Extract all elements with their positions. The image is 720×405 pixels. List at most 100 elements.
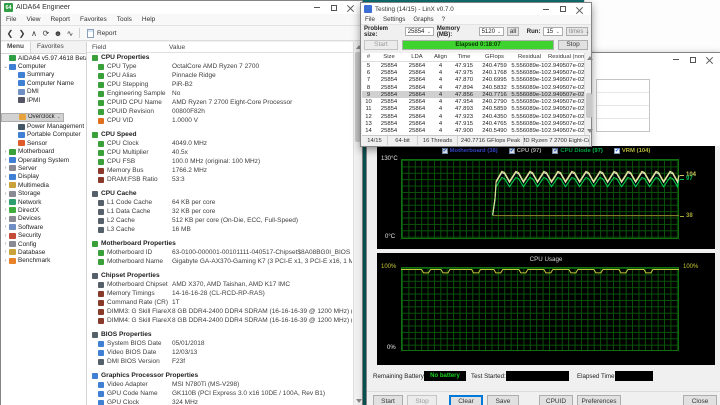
column-header[interactable]: Align: [431, 54, 450, 60]
field-row[interactable]: L2 Cache 512 KB per core (On-Die, ECC, Fu…: [87, 216, 352, 225]
field-row[interactable]: CPU Clock 4049.0 MHz: [87, 139, 352, 148]
tree-item[interactable]: Power Management: [1, 122, 86, 130]
field-row[interactable]: Memory Timings 14-16-16-28 (CL-RCD-RP-RAS…: [87, 289, 352, 298]
expand-icon[interactable]: [2, 241, 9, 247]
tree-item[interactable]: DMI: [1, 88, 86, 96]
back-icon[interactable]: ❮: [4, 29, 16, 38]
field-row[interactable]: Video BIOS Date 12/03/13: [87, 348, 352, 357]
menu-item-file[interactable]: File: [361, 15, 379, 24]
close-icon[interactable]: [342, 2, 359, 13]
aida64-titlebar[interactable]: 64 AIDA64 Engineer: [1, 1, 362, 14]
tree-item[interactable]: Portable Computer: [1, 131, 86, 139]
tree-item[interactable]: Motherboard: [1, 148, 86, 156]
field-row[interactable]: Video Adapter MSI N780Ti (MS-V298): [87, 380, 352, 389]
chart-icon[interactable]: ∿: [64, 29, 76, 38]
tree-item[interactable]: Storage: [1, 189, 86, 197]
memory-select[interactable]: 5120: [478, 27, 505, 36]
tree-item[interactable]: Operating System: [1, 156, 86, 164]
expand-icon[interactable]: [2, 157, 9, 163]
expand-icon[interactable]: [2, 249, 9, 255]
collapse-icon[interactable]: [2, 64, 9, 70]
preferences-button[interactable]: Preferences: [577, 395, 621, 405]
user-icon[interactable]: ☻: [52, 29, 64, 38]
column-header[interactable]: Size: [375, 54, 403, 60]
menu-item-tools[interactable]: Tools: [112, 14, 137, 25]
field-row[interactable]: Motherboard ID 63-0100-000001-00101111-04…: [87, 248, 352, 257]
tree-item[interactable]: Sensor: [1, 139, 86, 147]
minimize-icon[interactable]: [537, 4, 554, 15]
tree-item[interactable]: Software: [1, 223, 86, 231]
maximize-icon[interactable]: [325, 2, 342, 13]
tree-item[interactable]: AIDA64 v5.97.4618 Beta: [1, 54, 86, 62]
tree-item[interactable]: DirectX: [1, 206, 86, 214]
value-column-header[interactable]: Value: [169, 44, 362, 51]
stop-button[interactable]: Stop: [407, 395, 437, 405]
table-row[interactable]: 12 25854 25864 4 47.923 240.4350 5.556089e-10 2…: [362, 113, 584, 120]
field-row[interactable]: CPU Stepping PiR-B2: [87, 80, 352, 89]
column-header[interactable]: #: [362, 54, 375, 60]
close-icon[interactable]: [701, 54, 718, 65]
tree-item[interactable]: Config: [1, 240, 86, 248]
field-row[interactable]: L1 Data Cache 32 KB per core: [87, 207, 352, 216]
tab-favorites[interactable]: Favorites: [31, 42, 70, 53]
menu-item-help[interactable]: Help: [137, 14, 160, 25]
maximize-icon[interactable]: [684, 54, 701, 65]
tree-item[interactable]: Computer Name: [1, 79, 86, 87]
field-row[interactable]: Motherboard Name Gigabyte GA-AX370-Gaming…: [87, 257, 352, 266]
table-row[interactable]: 11 25854 25864 4 47.893 240.5859 5.556089e-10 2…: [362, 106, 584, 113]
field-row[interactable]: CPU FSB 100.0 MHz (original: 100 MHz): [87, 157, 352, 166]
expand-icon[interactable]: [2, 174, 9, 180]
table-row[interactable]: 14 25854 25864 4 47.900 240.5490 5.556089e-10 2…: [362, 128, 584, 135]
refresh-icon[interactable]: ⟳: [40, 29, 52, 38]
column-header[interactable]: LDA: [403, 54, 431, 60]
expand-icon[interactable]: [2, 224, 9, 230]
expand-icon[interactable]: [2, 182, 9, 188]
tree-item[interactable]: Computer: [1, 62, 86, 70]
menu-item-report[interactable]: Report: [45, 14, 75, 25]
field-row[interactable]: DRAM:FSB Ratio 53:3: [87, 175, 352, 184]
expand-icon[interactable]: [2, 191, 9, 197]
field-row[interactable]: CPUID Revision 00800F82h: [87, 107, 352, 116]
stop-button[interactable]: Stop: [558, 39, 588, 50]
field-row[interactable]: System BIOS Date 05/01/2018: [87, 339, 352, 348]
tree-item[interactable]: Server: [1, 164, 86, 172]
tab-menu[interactable]: Menu: [1, 42, 31, 53]
field-row[interactable]: Memory Bus 1766.2 MHz: [87, 166, 352, 175]
column-header[interactable]: Residual (norm.): [548, 54, 584, 60]
field-row[interactable]: CPU Type OctalCore AMD Ryzen 7 2700: [87, 62, 352, 71]
scroll-down-icon[interactable]: [356, 399, 362, 403]
up-icon[interactable]: ∧: [28, 29, 40, 38]
expand-icon[interactable]: [2, 165, 9, 171]
tree-item[interactable]: Benchmark: [1, 257, 86, 265]
tree-item[interactable]: Summary: [1, 71, 86, 79]
close-button[interactable]: Close: [683, 395, 717, 405]
field-row[interactable]: CPU VID 1.0000 V: [87, 116, 352, 125]
menu-item-view[interactable]: View: [21, 14, 45, 25]
column-header[interactable]: Time: [450, 54, 478, 60]
menu-item-?[interactable]: ?: [438, 15, 449, 24]
maximize-icon[interactable]: [554, 4, 571, 15]
field-row[interactable]: Motherboard Chipset AMD X370, AMD Taishan…: [87, 280, 352, 289]
expand-icon[interactable]: [2, 258, 9, 264]
start-button[interactable]: Start: [373, 395, 403, 405]
field-row[interactable]: CPUID CPU Name AMD Ryzen 7 2700 Eight-Cor…: [87, 98, 352, 107]
tree-item[interactable]: Devices: [1, 215, 86, 223]
tree-item[interactable]: Overclock: [1, 112, 64, 122]
start-button[interactable]: Start: [364, 39, 398, 50]
run-select[interactable]: 15: [543, 27, 563, 36]
field-row[interactable]: CPU Alias Pinnacle Ridge: [87, 71, 352, 80]
times-select[interactable]: times: [566, 27, 588, 36]
forward-icon[interactable]: ❯: [16, 29, 28, 38]
field-column-header[interactable]: Field: [87, 44, 169, 51]
minimize-icon[interactable]: [667, 54, 684, 65]
tree-item[interactable]: IPMI: [1, 96, 86, 104]
table-row[interactable]: 8 25854 25864 4 47.894 240.5832 5.556089e-10 2.…: [362, 84, 584, 91]
menu-item-favorites[interactable]: Favorites: [75, 14, 112, 25]
column-header[interactable]: Residual: [511, 54, 548, 60]
tree-item[interactable]: Database: [1, 248, 86, 256]
table-row[interactable]: 13 25854 25864 4 47.915 240.4765 5.556089e-10 2…: [362, 120, 584, 127]
close-icon[interactable]: [571, 4, 588, 15]
problem-size-select[interactable]: 25854: [404, 27, 434, 36]
clear-button[interactable]: Clear: [449, 395, 483, 405]
table-scrollbar[interactable]: [584, 53, 593, 136]
